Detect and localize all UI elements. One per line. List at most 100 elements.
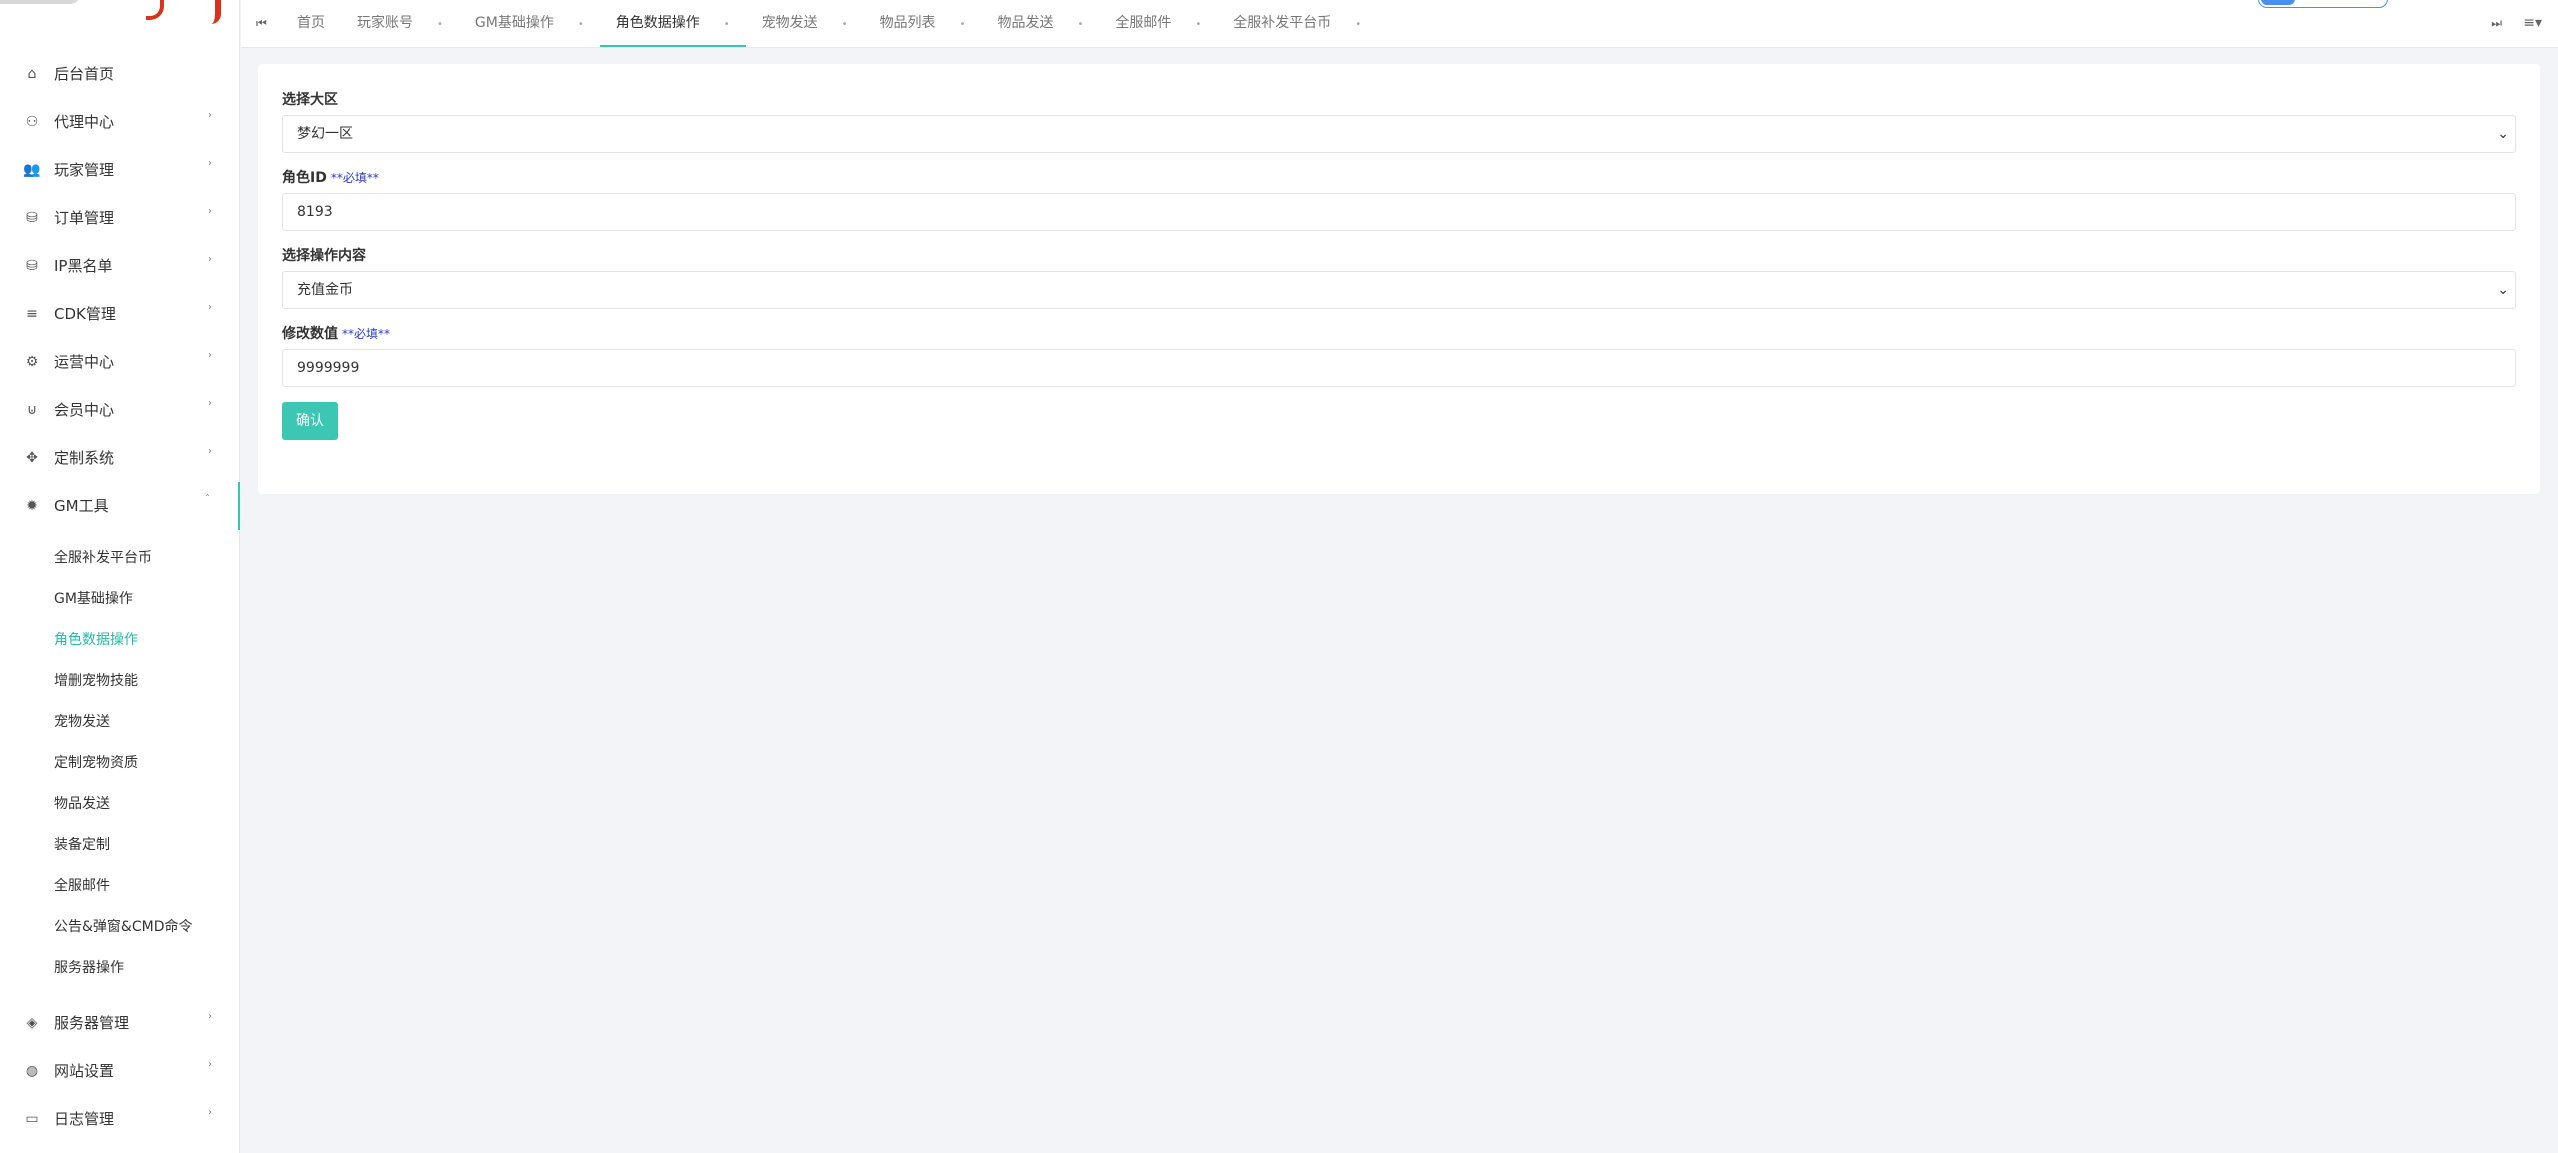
submenu-item[interactable]: 角色数据操作 [0, 620, 240, 661]
sidebar-item[interactable]: ⌂ 后台首页 [0, 50, 240, 98]
chevron-right-icon: › [208, 254, 212, 265]
sidebar-item[interactable]: ✥ 定制系统 › [0, 434, 240, 482]
tab-label: 全服补发平台币 [1233, 15, 1332, 31]
chevron-right-icon: › [208, 158, 212, 169]
sidebar-item-label: 定制系统 [54, 449, 115, 467]
role-id-value: 8193 [297, 204, 333, 220]
close-icon[interactable]: • [842, 19, 848, 30]
sidebar: ⌂ 后台首页 ⚇ 代理中心 › 👥 玩家管理 › ⛁ 订单管理 › ⛁ IP黑名单 › ≡ CDK管理 › ⚙ 运营… [0, 0, 240, 1153]
chevron-down-icon: ⌄ [2497, 126, 2509, 142]
submenu-item[interactable]: 服务器操作 [0, 948, 240, 989]
sidebar-item-label: 运营中心 [54, 353, 115, 371]
close-icon[interactable]: • [437, 19, 443, 30]
submenu-item[interactable]: 增删宠物技能 [0, 661, 240, 702]
submenu-item[interactable]: 物品发送 [0, 784, 240, 825]
chevron-right-icon: › [208, 1107, 212, 1118]
comment-icon: ▭ [25, 1111, 39, 1127]
sidebar-item[interactable]: ⚙ 运营中心 › [0, 338, 240, 386]
chevron-right-icon: › [208, 446, 212, 457]
sidebar-nav: ⌂ 后台首页 ⚇ 代理中心 › 👥 玩家管理 › ⛁ 订单管理 › ⛁ IP黑名单 › ≡ CDK管理 › ⚙ 运营… [0, 50, 240, 1143]
close-icon[interactable]: • [1355, 19, 1361, 30]
diamond-icon: ◈ [26, 1015, 38, 1031]
database-icon: ⛁ [26, 210, 38, 226]
submenu-item[interactable]: 宠物发送 [0, 702, 240, 743]
operation-select[interactable]: 充值金币 ⌄ [282, 271, 2516, 309]
top-toggle[interactable] [2258, 0, 2388, 8]
sidebar-item-label: 会员中心 [54, 401, 115, 419]
sidebar-item[interactable]: ⛁ 订单管理 › [0, 194, 240, 242]
tab-item[interactable]: 物品列表 • [864, 0, 982, 47]
tab-item[interactable]: 角色数据操作 • [599, 0, 746, 47]
close-icon[interactable]: • [1195, 19, 1201, 30]
sidebar-item[interactable]: ⊍ 会员中心 › [0, 386, 240, 434]
submenu-item[interactable]: GM基础操作 [0, 579, 240, 620]
bug-icon: ✹ [26, 498, 38, 514]
amount-input[interactable]: 9999999 [282, 349, 2516, 387]
home-icon: ⌂ [27, 66, 37, 82]
tab-label: 角色数据操作 [615, 15, 700, 31]
sidebar-item-label: 服务器管理 [54, 1014, 130, 1032]
chevron-right-icon: › [208, 350, 212, 361]
gm-submenu: 全服补发平台币 GM基础操作 角色数据操作 增删宠物技能 宠物发送 定制宠物资质 物品发送装… [0, 530, 240, 999]
chevron-right-icon: › [208, 206, 212, 217]
sidebar-item[interactable]: ⚇ 代理中心 › [0, 98, 240, 146]
tab-label: 物品发送 [997, 15, 1054, 31]
sidebar-item-label: CDK管理 [54, 305, 116, 323]
sidebar-item[interactable]: ≡ CDK管理 › [0, 290, 240, 338]
region-label: 选择大区 [282, 92, 338, 108]
tab-item[interactable]: 玩家账号 • [341, 0, 459, 47]
sidebar-item[interactable]: ✹ GM工具 ˆ [0, 482, 240, 530]
sidebar-item[interactable]: ◍ 网站设置 › [0, 1047, 240, 1095]
sidebar-item-label: 订单管理 [54, 209, 115, 227]
chevron-right-icon: › [208, 302, 212, 313]
role-id-input[interactable]: 8193 [282, 193, 2516, 231]
close-icon[interactable]: • [960, 19, 966, 30]
gear-icon: ⚙ [25, 354, 39, 370]
sidebar-item[interactable]: ◈ 服务器管理 › [0, 999, 240, 1047]
tab-label: 宠物发送 [761, 15, 818, 31]
amount-label: 修改数值 **必填** [282, 326, 391, 342]
sidebar-item-label: 代理中心 [54, 113, 115, 131]
tab-menu-icon[interactable]: ≡▾ [2523, 0, 2542, 46]
chevron-right-icon: › [208, 398, 212, 409]
globe-icon: ◍ [25, 1063, 39, 1079]
tab-scroll-last-icon[interactable]: ⏭ [2491, 0, 2502, 46]
submenu-item[interactable]: 全服邮件 [0, 866, 240, 907]
sidebar-item-label: 玩家管理 [54, 161, 115, 179]
submenu-item[interactable]: 定制宠物资质 [0, 743, 240, 784]
tab-bar: ⏮ 首页 玩家账号 • GM基础操作 • 角色数据操作 • 宠物发送 • 物品列表 • 物品发送 • 全服… [241, 0, 2558, 48]
sort-list-icon: ≡ [26, 306, 38, 322]
close-icon[interactable]: • [1077, 19, 1083, 30]
role-data-form: 选择大区 梦幻一区 ⌄ 角色ID **必填** 8193 选择操作内容 充值金币 … [258, 64, 2540, 494]
sidebar-item[interactable]: ⛁ IP黑名单 › [0, 242, 240, 290]
close-icon[interactable]: • [578, 19, 584, 30]
tab-item[interactable]: 物品发送 • [981, 0, 1099, 47]
required-hint: **必填** [330, 171, 379, 185]
submenu-item[interactable]: 装备定制 [0, 825, 240, 866]
tab-item[interactable]: 全服补发平台币 • [1217, 0, 1377, 47]
operation-select-value: 充值金币 [297, 282, 353, 298]
sidebar-item-label: IP黑名单 [54, 257, 113, 275]
tab-item[interactable]: 全服邮件 • [1099, 0, 1217, 47]
amount-value: 9999999 [297, 360, 360, 376]
logo [0, 0, 240, 34]
close-icon[interactable]: • [724, 19, 730, 30]
chevron-right-icon: › [208, 1059, 212, 1070]
region-select-value: 梦幻一区 [297, 126, 353, 142]
users-outline-icon: ⚇ [25, 114, 39, 130]
submenu-item[interactable]: 公告&弹窗&CMD命令 [0, 907, 240, 948]
confirm-button[interactable]: 确认 [282, 402, 338, 440]
sidebar-item-label: GM工具 [54, 497, 109, 515]
chevron-down-icon: ⌄ [2497, 282, 2509, 298]
tab-scroll-first-icon[interactable]: ⏮ [256, 0, 267, 46]
region-select[interactable]: 梦幻一区 ⌄ [282, 115, 2516, 153]
tab-item[interactable]: 宠物发送 • [746, 0, 864, 47]
sidebar-item[interactable]: ▭ 日志管理 › [0, 1095, 240, 1143]
required-hint: **必填** [342, 327, 391, 341]
tab-item[interactable]: GM基础操作 • [459, 0, 600, 47]
tab-item[interactable]: 首页 [281, 0, 341, 47]
users-icon: 👥 [23, 162, 41, 178]
submenu-item[interactable]: 全服补发平台币 [0, 538, 240, 579]
sidebar-item[interactable]: 👥 玩家管理 › [0, 146, 240, 194]
tab-label: 玩家账号 [357, 15, 413, 31]
